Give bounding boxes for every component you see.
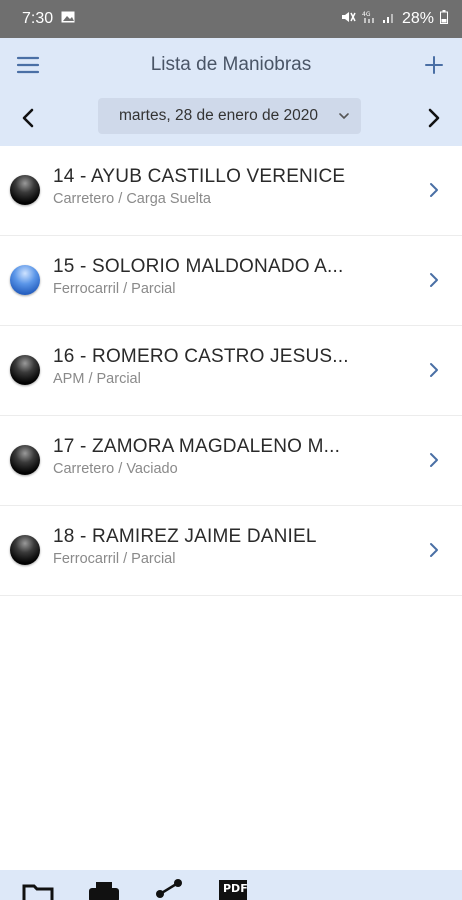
item-detail: Carretero / Vaciado (53, 461, 178, 477)
status-indicator-icon (10, 265, 40, 295)
list-item[interactable]: 17 - ZAMORA MAGDALENO M... Carretero / V… (0, 416, 462, 506)
status-indicator-icon (10, 445, 40, 475)
chevron-down-icon (335, 112, 353, 120)
bottom-toolbar: PDF (0, 870, 462, 900)
battery-icon (440, 9, 448, 29)
chevron-right-icon (430, 273, 438, 287)
item-title: 18 - RAMIREZ JAIME DANIEL (53, 526, 317, 547)
item-title: 15 - SOLORIO MALDONADO A... (53, 256, 344, 277)
battery-percentage: 28% (401, 10, 434, 27)
list-item[interactable]: 16 - ROMERO CASTRO JESUS... APM / Parcia… (0, 326, 462, 416)
date-dropdown[interactable]: martes, 28 de enero de 2020 (98, 98, 361, 134)
next-date-button[interactable] (416, 100, 452, 136)
gallery-icon (61, 10, 75, 28)
chevron-right-icon (428, 108, 440, 128)
item-title: 16 - ROMERO CASTRO JESUS... (53, 346, 349, 367)
item-detail: APM / Parcial (53, 371, 141, 387)
item-title: 17 - ZAMORA MAGDALENO M... (53, 436, 341, 457)
chevron-right-icon (430, 183, 438, 197)
list-item[interactable]: 15 - SOLORIO MALDONADO A... Ferrocarril … (0, 236, 462, 326)
item-detail: Ferrocarril / Parcial (53, 281, 176, 297)
plus-icon (425, 56, 443, 74)
previous-date-button[interactable] (10, 100, 46, 136)
item-title: 14 - AYUB CASTILLO VERENICE (53, 166, 346, 187)
item-detail: Carretero / Carga Suelta (53, 191, 211, 207)
status-indicator-icon (10, 535, 40, 565)
pdf-label: PDF (223, 882, 248, 895)
chevron-left-icon (22, 108, 34, 128)
signal-icon (382, 10, 396, 29)
svg-text:4G: 4G (362, 11, 371, 18)
maneuver-list: 14 - AYUB CASTILLO VERENICE Carretero / … (0, 146, 462, 596)
app-header: Lista de Maniobras martes, 28 de enero d… (0, 38, 462, 146)
chevron-right-icon (430, 453, 438, 467)
status-time: 7:30 (22, 10, 54, 27)
status-indicator-icon (10, 175, 40, 205)
printer-icon[interactable] (88, 880, 120, 900)
share-icon[interactable] (154, 878, 184, 900)
status-indicator-icon (10, 355, 40, 385)
chevron-right-icon (430, 543, 438, 557)
list-item[interactable]: 14 - AYUB CASTILLO VERENICE Carretero / … (0, 146, 462, 236)
status-bar: 7:30 4G 28% (0, 0, 462, 38)
add-button[interactable] (416, 47, 452, 83)
item-detail: Ferrocarril / Parcial (53, 551, 176, 567)
mute-icon (340, 10, 356, 29)
page-title: Lista de Maniobras (150, 54, 312, 75)
chevron-right-icon (430, 363, 438, 377)
selected-date: martes, 28 de enero de 2020 (118, 107, 319, 124)
lte-icon: 4G (362, 10, 376, 29)
folder-icon[interactable] (22, 880, 54, 900)
list-item[interactable]: 18 - RAMIREZ JAIME DANIEL Ferrocarril / … (0, 506, 462, 596)
pdf-icon[interactable]: PDF (218, 878, 248, 900)
